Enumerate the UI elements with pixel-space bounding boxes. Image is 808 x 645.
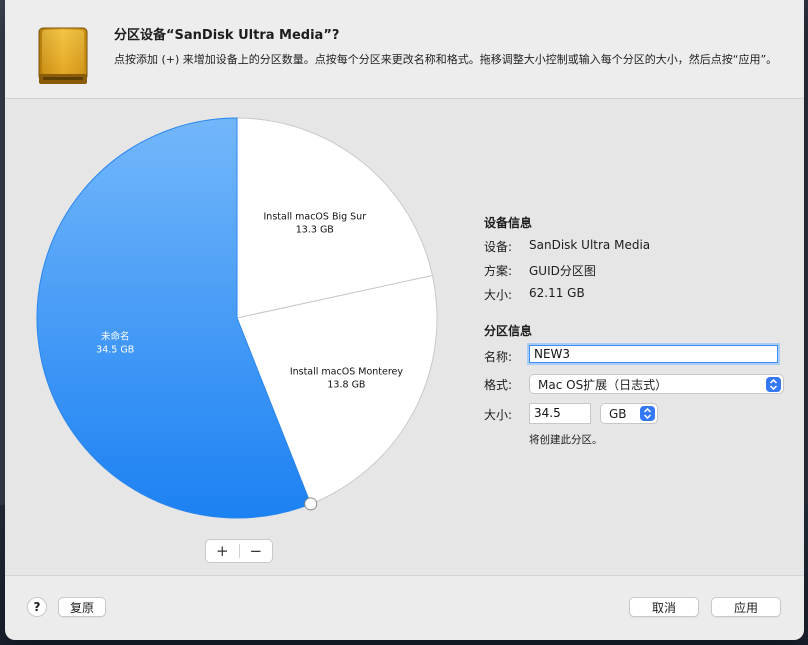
partition-name-input[interactable] xyxy=(529,345,778,363)
revert-button[interactable]: 复原 xyxy=(58,597,106,617)
resize-handle[interactable] xyxy=(304,497,318,511)
format-select-value: Mac OS扩展（日志式） xyxy=(538,377,668,392)
partition-size-input[interactable]: 34.5 xyxy=(529,403,591,424)
format-select[interactable]: Mac OS扩展（日志式） xyxy=(529,374,784,394)
stepper-icon xyxy=(640,406,655,421)
device-label: 设备: xyxy=(484,240,513,254)
stepper-icon xyxy=(766,376,781,392)
cancel-button[interactable]: 取消 xyxy=(629,597,699,617)
partition-name-label: 名称: xyxy=(484,350,513,364)
add-partition-button[interactable]: + xyxy=(206,540,239,562)
size-unit-value: GB xyxy=(609,406,627,421)
device-value: SanDisk Ultra Media xyxy=(529,238,651,252)
partition-dialog: 分区设备“SanDisk Ultra Media”? 点按添加 (+) 来增加设… xyxy=(5,0,804,640)
dialog-content: Install macOS Big Sur 13.3 GB Install macO… xyxy=(5,99,804,576)
scheme-label: 方案: xyxy=(484,264,513,278)
format-label: 格式: xyxy=(484,378,513,392)
dialog-header: 分区设备“SanDisk Ultra Media”? 点按添加 (+) 来增加设… xyxy=(5,0,804,99)
partition-pie-chart[interactable]: Install macOS Big Sur 13.3 GBInstall macO… xyxy=(35,116,439,520)
dialog-title: 分区设备“SanDisk Ultra Media”? xyxy=(114,28,340,43)
pie-add-remove-control: + − xyxy=(205,539,273,563)
scheme-value: GUID分区图 xyxy=(529,264,596,278)
remove-partition-button[interactable]: − xyxy=(240,540,273,562)
partition-size-label: 大小: xyxy=(484,408,513,422)
size-unit-select[interactable]: GB xyxy=(600,403,658,424)
dialog-subtitle: 点按添加 (+) 来增加设备上的分区数量。点按每个分区来更改名称和格式。拖移调整… xyxy=(114,53,778,66)
device-size-value: 62.11 GB xyxy=(529,286,585,300)
apply-button[interactable]: 应用 xyxy=(711,597,781,617)
external-drive-icon xyxy=(38,27,88,84)
help-button[interactable]: ? xyxy=(27,597,47,617)
device-size-label: 大小: xyxy=(484,288,513,302)
device-info-title: 设备信息 xyxy=(484,216,533,230)
partition-note: 将创建此分区。 xyxy=(529,434,603,446)
partition-info-title: 分区信息 xyxy=(484,324,533,338)
